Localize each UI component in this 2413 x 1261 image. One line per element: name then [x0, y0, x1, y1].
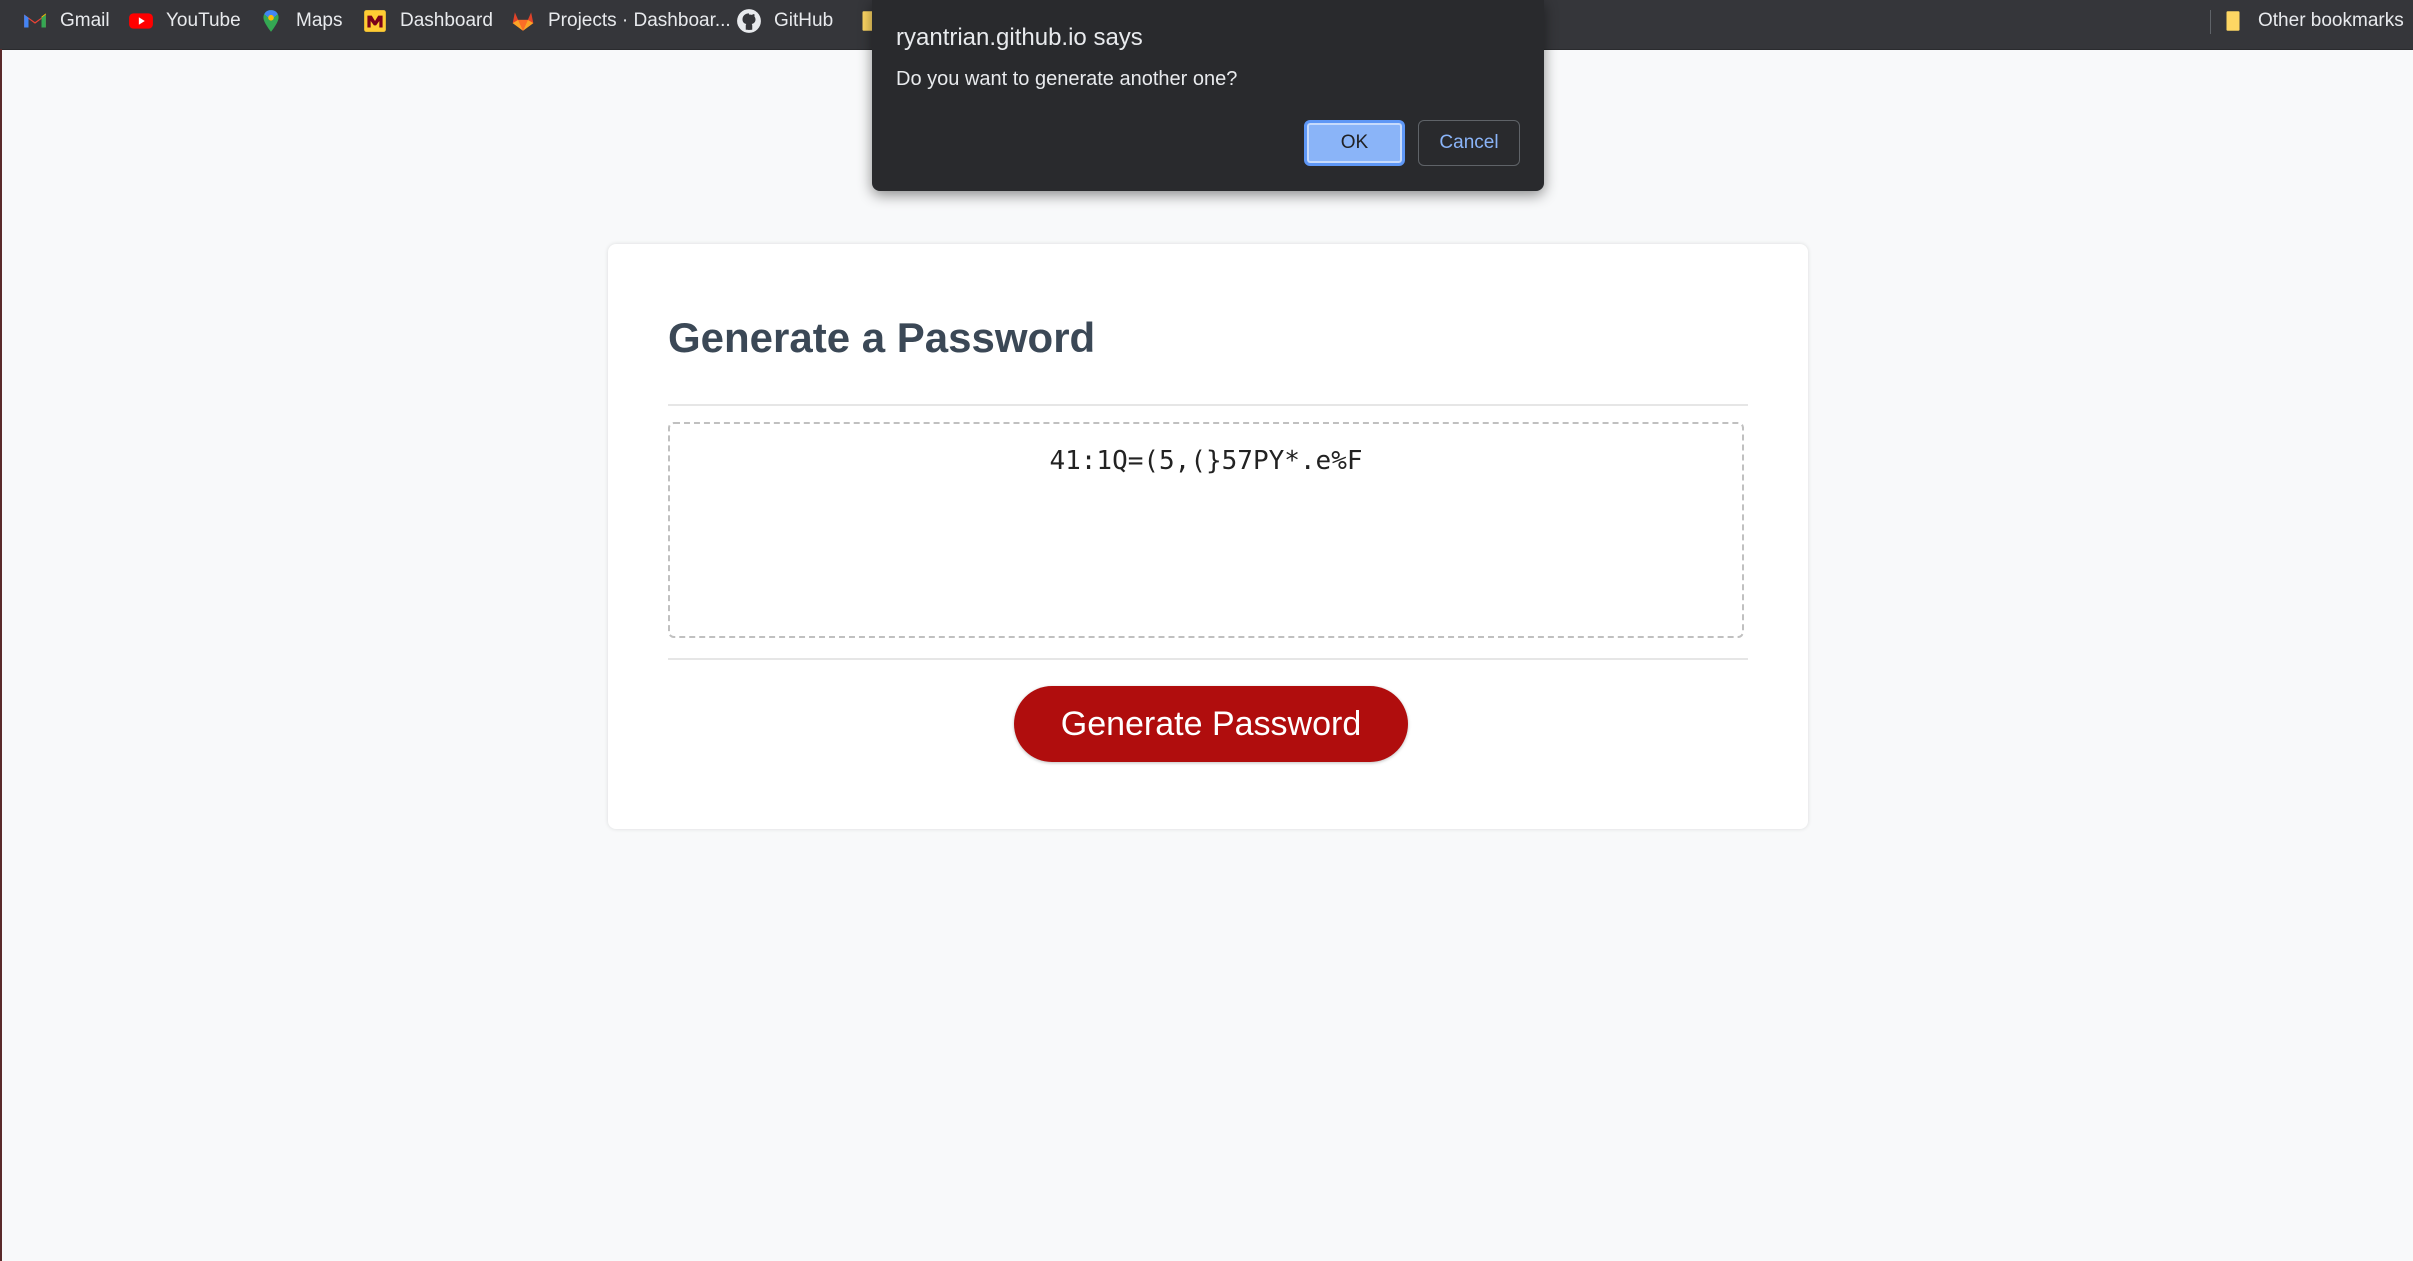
- bookmark-gmail[interactable]: Gmail: [22, 0, 110, 42]
- window-edge: [0, 49, 2, 1261]
- confirm-dialog: ryantrian.github.io says Do you want to …: [872, 0, 1544, 191]
- github-icon: [736, 8, 762, 34]
- password-card: Generate a Password 41:1Q=(5,(}57PY*.e%F…: [608, 244, 1808, 829]
- other-bookmarks[interactable]: Other bookmarks: [2220, 0, 2404, 42]
- folder-icon: [2220, 8, 2246, 34]
- bookmark-label: Gmail: [60, 10, 110, 31]
- bookmark-maps[interactable]: Maps: [258, 0, 342, 42]
- dialog-origin: ryantrian.github.io says: [896, 24, 1143, 51]
- password-output[interactable]: 41:1Q=(5,(}57PY*.e%F: [668, 422, 1744, 638]
- bookmarks-separator: [2210, 10, 2211, 34]
- bookmark-youtube[interactable]: YouTube: [128, 0, 241, 42]
- gitlab-icon: [510, 8, 536, 34]
- generate-password-button[interactable]: Generate Password: [1014, 686, 1408, 762]
- bookmark-github[interactable]: GitHub: [736, 0, 833, 42]
- gmail-icon: [22, 8, 48, 34]
- divider: [668, 658, 1748, 660]
- bookmark-label: Maps: [296, 10, 343, 31]
- maps-icon: [258, 8, 284, 34]
- youtube-icon: [128, 8, 154, 34]
- bookmark-label: Dashboard: [400, 10, 493, 31]
- dialog-message: Do you want to generate another one?: [896, 68, 1238, 90]
- bookmark-label: Projects · Dashboar...: [548, 10, 731, 31]
- cancel-button[interactable]: Cancel: [1418, 120, 1520, 166]
- bookmark-dashboard[interactable]: Dashboard: [362, 0, 493, 42]
- bookmark-label: YouTube: [166, 10, 241, 31]
- bookmark-label: GitHub: [774, 10, 834, 31]
- other-bookmarks-label: Other bookmarks: [2258, 10, 2404, 31]
- ok-button[interactable]: OK: [1304, 120, 1405, 166]
- dashboard-icon: [362, 8, 388, 34]
- bookmark-projects[interactable]: Projects · Dashboar...: [510, 0, 731, 42]
- divider: [668, 404, 1748, 406]
- page-title: Generate a Password: [668, 314, 1096, 361]
